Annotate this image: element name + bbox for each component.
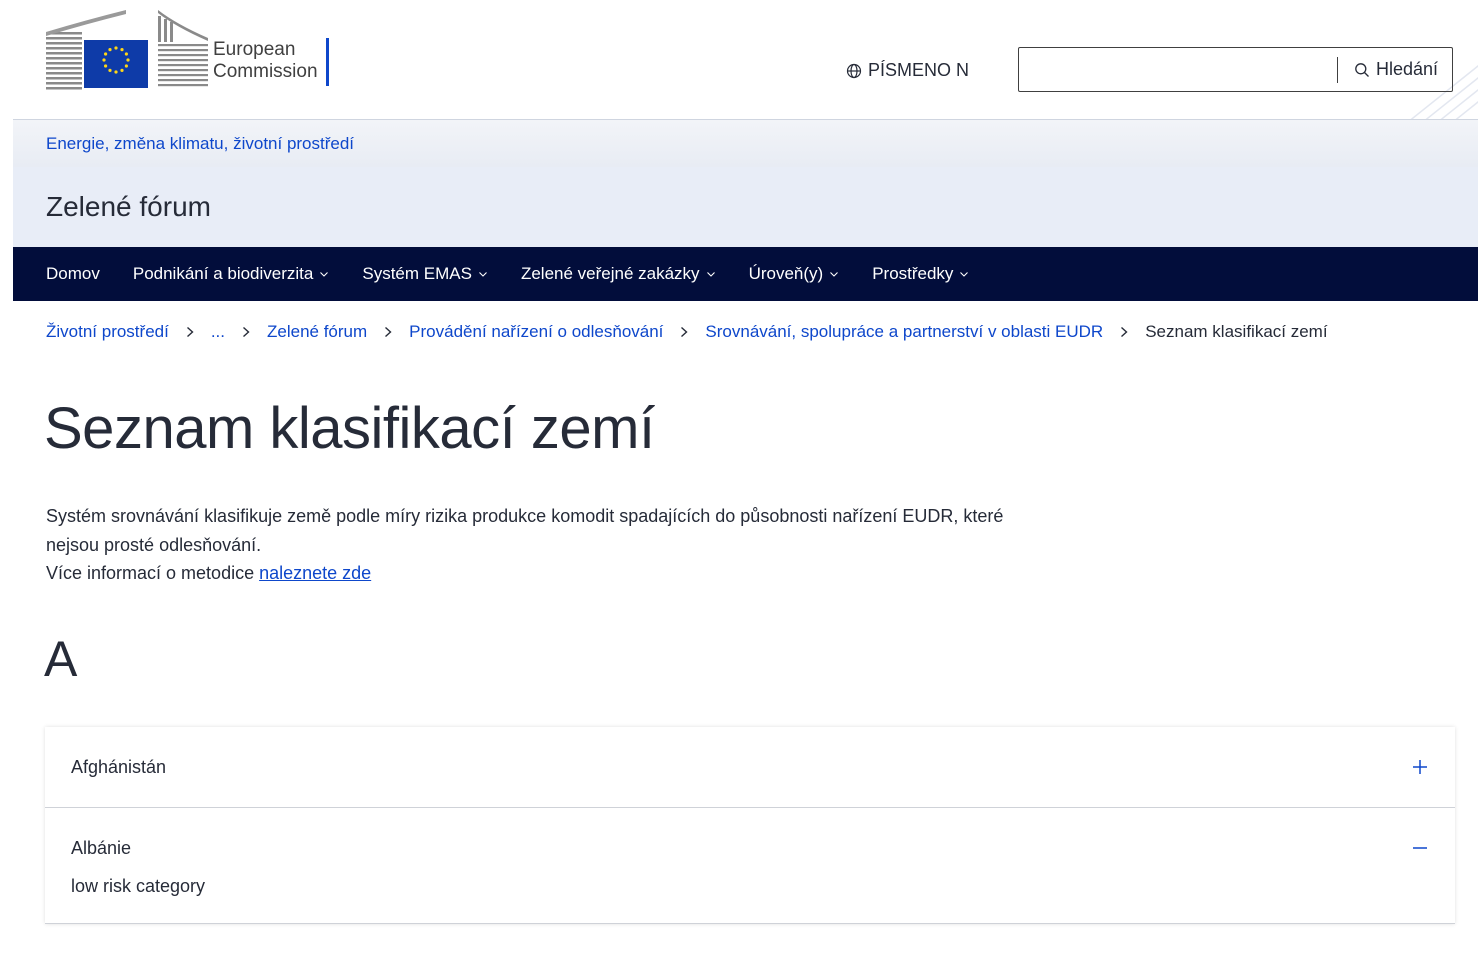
breadcrumb-link-provadeni[interactable]: Provádění nařízení o odlesňování [409,322,663,342]
intro-text: Systém srovnávání klasifikuje země podle… [46,502,1006,588]
nav-item-uroven[interactable]: Úroveň(y) [749,264,840,284]
main-navigation: Domov Podnikání a biodiverzita Systém EM… [13,247,1478,301]
chevron-down-icon [830,272,839,277]
logo-text: European Commission [213,19,318,83]
language-selector[interactable]: PÍSMENO N [846,60,969,81]
nav-item-label: Prostředky [872,264,954,283]
breadcrumb-current: Seznam klasifikací zemí [1145,322,1328,341]
site-name[interactable]: Zelené fórum [46,191,211,223]
chevron-right-icon [185,326,195,338]
logo-line-commission: Commission [213,61,318,82]
search-icon [1355,62,1369,77]
search-input[interactable] [1019,48,1337,91]
search-form: Hledání [1018,47,1453,92]
accordion-toggle[interactable]: Afghánistán [45,727,1455,807]
chevron-down-icon [320,272,329,277]
intro-paragraph: Systém srovnávání klasifikuje země podle… [46,506,1004,555]
breadcrumb-link-srovnavani[interactable]: Srovnávání, spolupráce a partnerství v o… [705,322,1103,342]
letter-heading: A [44,631,78,687]
nav-item-prostredky[interactable]: Prostředky [872,264,969,284]
page-title: Seznam klasifikací zemí [44,396,655,461]
chevron-right-icon [1119,326,1129,338]
plus-icon [1413,760,1427,774]
accordion-content: low risk category [71,876,206,896]
globe-icon [846,63,862,78]
nav-item-label: Podnikání a biodiverzita [132,264,314,283]
nav-item-label: Domov [46,264,100,283]
search-button[interactable]: Hledání [1338,48,1452,91]
site-header: European Commission PÍSMENO N Hledání [0,0,1478,119]
parent-site-band: Energie, změna klimatu, životní prostřed… [13,119,1478,167]
accordion-title: Albánie [71,837,132,858]
country-accordion: Afghánistán Albánie low risk category [45,727,1455,924]
minus-icon [1413,847,1427,849]
nav-item-podnikani[interactable]: Podnikání a biodiverzita [133,264,330,284]
nav-item-label: Zelené veřejné zakázky [520,264,700,283]
nav-item-label: Systém EMAS [362,264,472,283]
breadcrumb-link-zivotni-prostredi[interactable]: Životní prostředí [46,322,169,342]
nav-item-zakazky[interactable]: Zelené veřejné zakázky [521,264,716,284]
chevron-down-icon [960,272,969,277]
logo-divider [325,38,329,86]
logo-line-european: European [213,39,296,60]
language-label: PÍSMENO N [868,60,970,80]
nav-item-label: Úroveň(y) [748,264,824,283]
methodology-link[interactable]: naleznete zde [259,563,371,583]
chevron-right-icon [241,326,251,338]
nav-item-emas[interactable]: Systém EMAS [362,264,488,284]
more-info-line: Více informací o metodice naleznete zde [46,559,1006,588]
chevron-right-icon [383,326,393,338]
accordion-item-afghanistan: Afghánistán [45,727,1455,808]
more-info-prefix: Více informací o metodice [46,563,260,583]
european-commission-logo[interactable]: European Commission [46,10,329,92]
breadcrumb-link-zelene-forum[interactable]: Zelené fórum [267,322,367,342]
accordion-item-albanie: Albánie low risk category [45,808,1455,924]
nav-item-domov[interactable]: Domov [46,264,100,284]
breadcrumb: Životní prostředí ... Zelené fórum Prová… [46,322,1328,342]
site-name-band: Zelené fórum [13,167,1478,247]
search-button-label: Hledání [1375,59,1438,79]
chevron-right-icon [679,326,689,338]
accordion-title: Afghánistán [71,756,167,777]
chevron-down-icon [479,272,487,277]
ec-emblem-icon [46,10,208,90]
parent-site-link[interactable]: Energie, změna klimatu, životní prostřed… [46,134,354,154]
breadcrumb-ellipsis[interactable]: ... [211,322,225,342]
chevron-down-icon [706,272,715,277]
